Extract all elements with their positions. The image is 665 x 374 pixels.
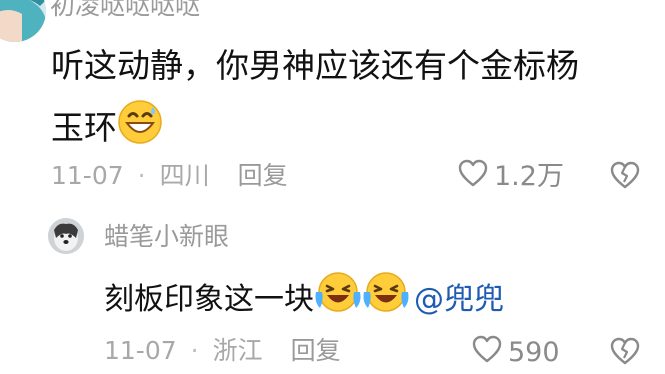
laughing-crying-emoji bbox=[362, 270, 410, 329]
reply-meta: 11-07 · 浙江 回复 bbox=[104, 335, 341, 367]
heart-icon bbox=[472, 335, 502, 371]
dislike-button[interactable] bbox=[610, 160, 640, 190]
reply-text: 刻板印象这一块 @兜兜 bbox=[104, 270, 504, 329]
comment-thread: 初凌哒哒哒哒 听这动静，你男神应该还有个金标杨 玉环 11-07 · 四川 回复… bbox=[0, 0, 665, 374]
broken-heart-icon bbox=[610, 161, 640, 194]
comment-username[interactable]: 初凌哒哒哒哒 bbox=[50, 0, 200, 21]
reply-dislike-button[interactable] bbox=[610, 336, 640, 366]
reply-avatar[interactable] bbox=[48, 218, 84, 254]
comment-location: 四川 bbox=[159, 161, 210, 190]
like-count: 1.2万 bbox=[494, 161, 564, 192]
comment-meta: 11-07 · 四川 回复 bbox=[51, 160, 288, 192]
reply-username[interactable]: 蜡笔小新眼 bbox=[104, 221, 229, 253]
reply-to-reply-button[interactable]: 回复 bbox=[291, 335, 341, 367]
mention-link[interactable]: @兜兜 bbox=[414, 278, 504, 322]
comment-date: 11-07 bbox=[51, 161, 124, 190]
grinning-sweat-emoji bbox=[117, 99, 163, 156]
reply-like-button[interactable]: 590 bbox=[472, 335, 560, 371]
separator-dot: · bbox=[190, 336, 199, 365]
avatar[interactable] bbox=[0, 0, 46, 42]
broken-heart-icon bbox=[610, 337, 640, 370]
heart-icon bbox=[458, 159, 488, 195]
separator-dot: · bbox=[137, 161, 146, 190]
reply-date: 11-07 bbox=[104, 336, 177, 365]
laughing-crying-emoji bbox=[314, 270, 362, 329]
comment-text-line-2-label: 玉环 bbox=[51, 107, 117, 147]
comment-text-line-1: 听这动静，你男神应该还有个金标杨 bbox=[51, 46, 579, 85]
reply-location: 浙江 bbox=[212, 336, 263, 365]
reply-button[interactable]: 回复 bbox=[238, 160, 288, 192]
reply-text-label: 刻板印象这一块 bbox=[104, 281, 314, 317]
reply-like-count: 590 bbox=[508, 337, 560, 368]
comment-text-line-2: 玉环 bbox=[51, 99, 163, 156]
like-button[interactable]: 1.2万 bbox=[458, 159, 564, 195]
